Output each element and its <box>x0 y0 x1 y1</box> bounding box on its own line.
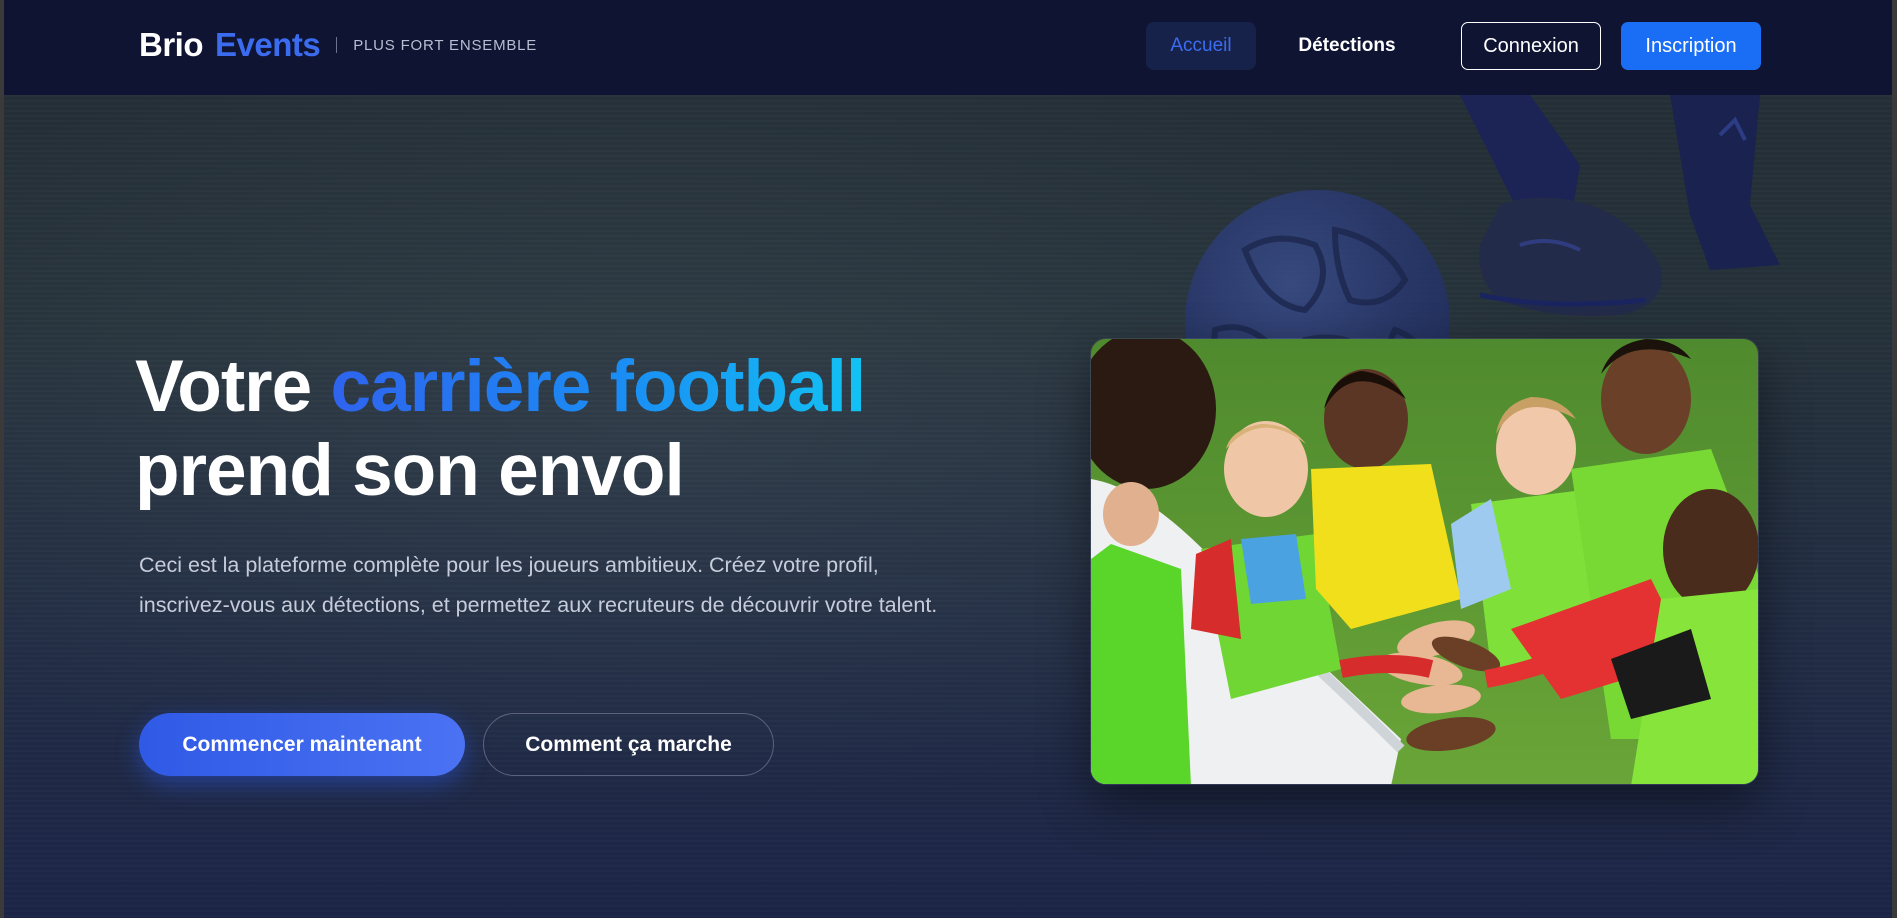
hero-title: Votre carrière football prend son envol <box>135 345 1035 513</box>
window-edge-right <box>1892 0 1897 918</box>
hero-title-part1: Votre <box>135 346 331 427</box>
top-navbar: Brio Events PLUS FORT ENSEMBLE Accueil D… <box>4 0 1892 95</box>
hero-title-highlight: carrière football <box>330 346 866 427</box>
hero-title-part2: prend son envol <box>135 430 685 511</box>
hero-team-photo <box>1090 338 1759 785</box>
get-started-button[interactable]: Commencer maintenant <box>139 713 465 776</box>
page: Brio Events PLUS FORT ENSEMBLE Accueil D… <box>0 0 1897 918</box>
logo-brio-text: Brio <box>139 26 204 63</box>
nav-link-detections[interactable]: Détections <box>1282 22 1412 70</box>
how-it-works-button[interactable]: Comment ça marche <box>483 713 774 776</box>
team-huddle-image <box>1091 339 1758 784</box>
window-edge-left <box>0 0 4 918</box>
nav-link-accueil[interactable]: Accueil <box>1146 22 1256 70</box>
player-legs-decor <box>1460 95 1790 345</box>
logo-divider <box>336 37 338 53</box>
brand-logo[interactable]: Brio Events PLUS FORT ENSEMBLE <box>139 26 537 64</box>
signup-button[interactable]: Inscription <box>1621 22 1761 70</box>
hero-description: Ceci est la plateforme complète pour les… <box>139 553 938 617</box>
logo-events-text: Events <box>215 26 321 63</box>
login-button[interactable]: Connexion <box>1461 22 1601 70</box>
brand-tagline: PLUS FORT ENSEMBLE <box>353 36 538 54</box>
